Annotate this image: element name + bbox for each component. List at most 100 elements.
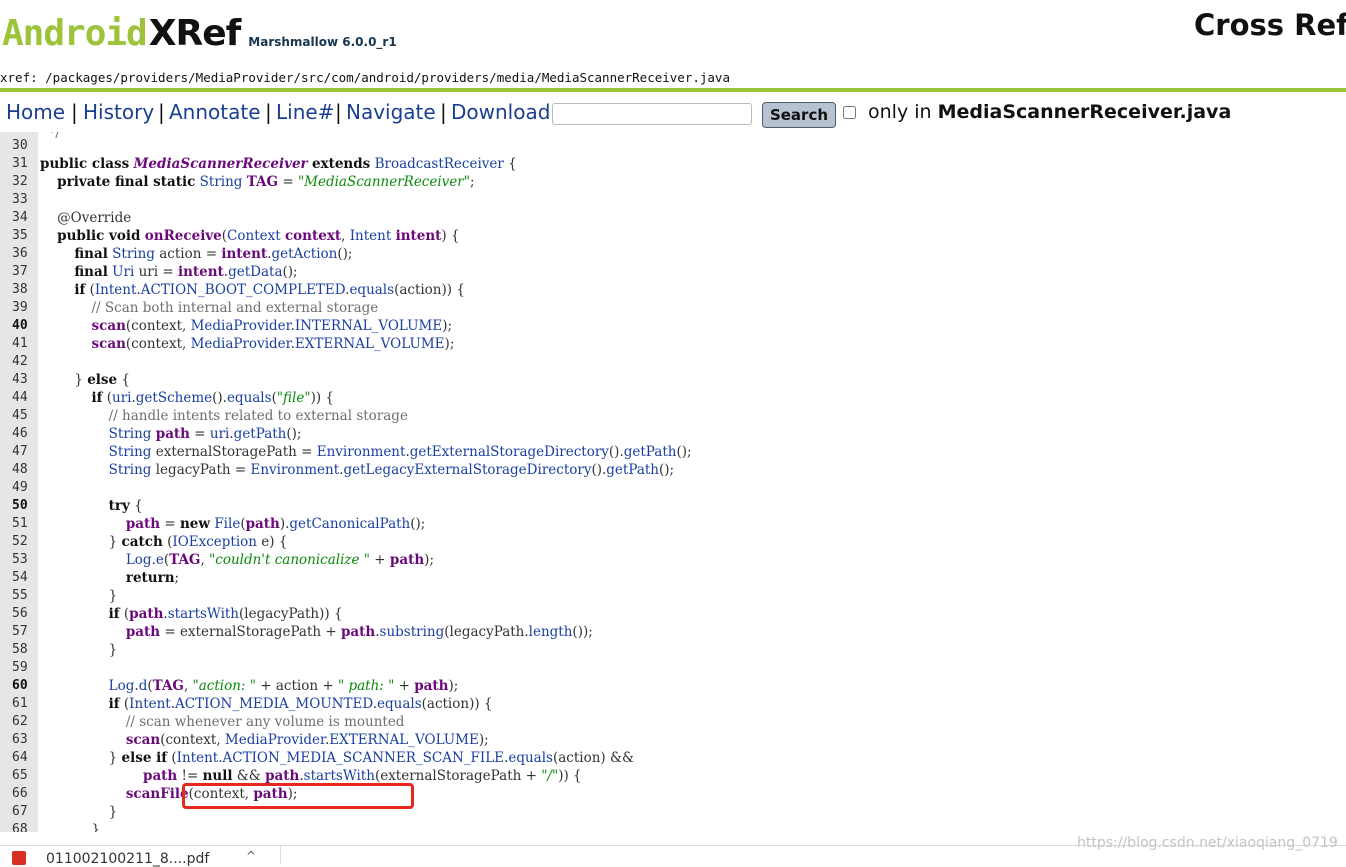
code-line-46: String path = uri.getPath(); — [108, 426, 302, 442]
code-line-37: final Uri uri = intent.getData(); — [74, 264, 298, 280]
line-number[interactable]: 63 — [12, 732, 28, 747]
line-number[interactable]: 33 — [12, 192, 28, 207]
code-line-36: final String action = intent.getAction()… — [74, 246, 353, 262]
code-line-52: } catch (IOException e) { — [40, 534, 288, 550]
line-number[interactable]: 31 — [12, 156, 28, 171]
code-line-34: @Override — [57, 210, 132, 226]
line-number[interactable]: 62 — [12, 714, 28, 729]
line-number[interactable]: 54 — [12, 570, 28, 585]
code-line-57: path = externalStoragePath + path.substr… — [125, 624, 593, 640]
line-number[interactable]: 51 — [12, 516, 28, 531]
line-number[interactable]: 38 — [12, 282, 28, 297]
line-number[interactable]: 40 — [12, 318, 28, 333]
code-line-43: } else { — [40, 372, 131, 388]
nav-separator: | — [335, 100, 342, 124]
line-number[interactable]: 52 — [12, 534, 28, 549]
code-line-51: path = new File(path).getCanonicalPath()… — [125, 516, 426, 532]
code-line-56: if (path.startsWith(legacyPath)) { — [108, 606, 343, 622]
line-number[interactable]: 48 — [12, 462, 28, 477]
line-number[interactable]: 42 — [12, 354, 28, 369]
line-number[interactable]: 60 — [12, 678, 28, 693]
line-number[interactable]: 34 — [12, 210, 28, 225]
code-line-63: scan(context, MediaProvider.EXTERNAL_VOL… — [125, 732, 489, 748]
nav-line-numbers-link[interactable]: Line# — [276, 100, 334, 124]
nav-separator: | — [71, 100, 78, 124]
code-line-32: private final static String TAG = "Media… — [57, 174, 475, 190]
download-filename[interactable]: 011002100211_8....pdf — [46, 851, 209, 867]
only-in-file-checkbox[interactable] — [843, 106, 856, 119]
line-number[interactable]: 46 — [12, 426, 28, 441]
line-number[interactable]: 50 — [12, 498, 28, 513]
code-line-47: String externalStoragePath = Environment… — [108, 444, 692, 460]
search-input[interactable] — [552, 103, 752, 125]
code-line-64: } else if (Intent.ACTION_MEDIA_SCANNER_S… — [40, 750, 634, 766]
logo-xref-text: XRef — [148, 13, 242, 54]
line-number[interactable]: 45 — [12, 408, 28, 423]
only-in-file-label: only in MediaScannerReceiver.java — [868, 101, 1231, 123]
code-line-39: // Scan both internal and external stora… — [91, 300, 379, 316]
line-number[interactable]: 35 — [12, 228, 28, 243]
line-number[interactable]: 36 — [12, 246, 28, 261]
line-number[interactable]: 43 — [12, 372, 28, 387]
code-line-50: try { — [108, 498, 143, 514]
chevron-up-icon[interactable]: ^ — [246, 849, 256, 863]
code-line-40: scan(context, MediaProvider.INTERNAL_VOL… — [91, 318, 453, 334]
line-number[interactable]: 41 — [12, 336, 28, 351]
nav-download-link[interactable]: Download — [451, 100, 550, 124]
logo-android-text: Android — [2, 13, 148, 54]
code-line-45: // handle intents related to external st… — [108, 408, 408, 424]
line-number[interactable]: 55 — [12, 588, 28, 603]
nav-history-link[interactable]: History — [83, 100, 154, 124]
xref-path-breadcrumb: xref: /packages/providers/MediaProvider/… — [0, 70, 730, 85]
header: Android XRef Marshmallow 6.0.0_r1 Cross … — [0, 0, 1346, 92]
line-number[interactable]: 37 — [12, 264, 28, 279]
line-number[interactable]: 57 — [12, 624, 28, 639]
nav-annotate-link[interactable]: Annotate — [169, 100, 261, 124]
line-number[interactable]: 58 — [12, 642, 28, 657]
line-number[interactable]: 68 — [12, 822, 28, 832]
only-in-prefix: only in — [868, 101, 938, 123]
code-line-38: if (Intent.ACTION_BOOT_COMPLETED.equals(… — [74, 282, 465, 298]
code-line-35: public void onReceive(Context context, I… — [57, 228, 460, 244]
code-line-60: Log.d(TAG, "action: " + action + " path:… — [108, 678, 459, 694]
search-button[interactable]: Search — [762, 102, 836, 128]
nav-home-link[interactable]: Home — [6, 100, 65, 124]
line-number[interactable]: 53 — [12, 552, 28, 567]
code-line-58: } — [40, 642, 118, 658]
line-number[interactable]: 49 — [12, 480, 28, 495]
download-divider — [280, 846, 281, 864]
line-number[interactable]: 32 — [12, 174, 28, 189]
code-line-44: if (uri.getScheme().equals("file")) { — [91, 390, 335, 406]
line-number[interactable]: 65 — [12, 768, 28, 783]
code-line-55: } — [40, 588, 118, 604]
code-line-68: } — [40, 822, 101, 832]
source-code-view: 30 31 32 33 34 35 36 37 38 39 40 41 42 43 44 45 46 47 48 49… — [0, 132, 1346, 832]
line-number-gutter: 30 31 32 33 34 35 36 37 38 39 40 41 42 43 44 45 46 47 48 49… — [0, 132, 38, 832]
code-line-29: */ — [48, 132, 60, 141]
line-number[interactable]: 44 — [12, 390, 28, 405]
line-number[interactable]: 66 — [12, 786, 28, 801]
line-number[interactable]: 47 — [12, 444, 28, 459]
logo-version: Marshmallow 6.0.0_r1 — [248, 35, 397, 49]
line-number[interactable]: 56 — [12, 606, 28, 621]
nav-separator: | — [265, 100, 272, 124]
code-line-53: Log.e(TAG, "couldn't canonicalize " + pa… — [125, 552, 434, 568]
cross-reference-title: Cross Refe — [1194, 8, 1346, 42]
nav-separator: | — [158, 100, 165, 124]
nav-bar: Home | History | Annotate | Line# | Navi… — [0, 98, 1346, 132]
line-number[interactable]: 39 — [12, 300, 28, 315]
line-number[interactable]: 61 — [12, 696, 28, 711]
code-line-54: return; — [125, 570, 180, 586]
nav-separator: | — [440, 100, 447, 124]
code-line-67: } — [40, 804, 118, 820]
line-number[interactable]: 59 — [12, 660, 28, 675]
line-number[interactable]: 30 — [12, 138, 28, 153]
code-line-65: path != null && path.startsWith(external… — [143, 768, 582, 784]
line-number[interactable]: 64 — [12, 750, 28, 765]
scanfile-highlight-box — [182, 783, 414, 809]
line-number[interactable]: 67 — [12, 804, 28, 819]
nav-navigate-link[interactable]: Navigate — [346, 100, 436, 124]
header-divider — [0, 88, 1346, 92]
androidxref-logo[interactable]: Android XRef Marshmallow 6.0.0_r1 — [2, 10, 397, 54]
code-line-31: public class MediaScannerReceiver extend… — [40, 156, 517, 172]
